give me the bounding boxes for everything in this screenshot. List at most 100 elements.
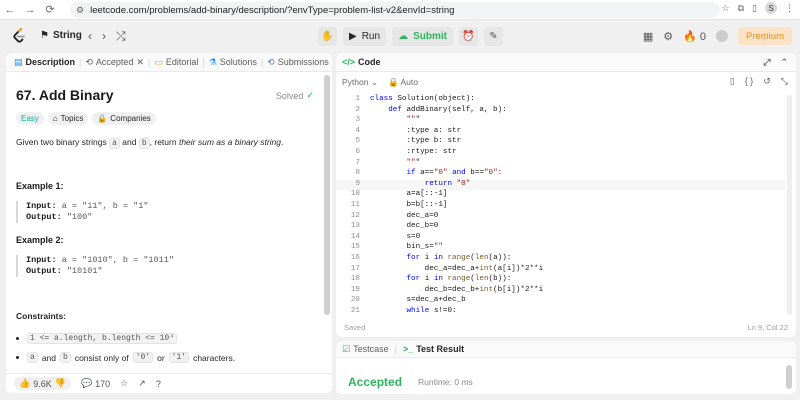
code-panel-header: </> Code ⤢ ⌃: [336, 53, 796, 72]
book-icon: ▭: [154, 56, 163, 67]
code-line[interactable]: 12 dec_a=0: [336, 212, 786, 223]
shuffle-icon[interactable]: ⤭: [116, 29, 126, 44]
lock-icon: 🔒: [387, 76, 399, 87]
timer-icon[interactable]: ⏰: [458, 27, 478, 46]
code-text: class Solution(object):: [370, 95, 475, 103]
tab-accepted[interactable]: ⟲ Accepted ✕: [81, 57, 148, 68]
code-line[interactable]: 20 s=dec_a+dec_b: [336, 296, 786, 307]
code-line[interactable]: 21 while s!=0:: [336, 307, 786, 314]
expand-icon[interactable]: ⤡: [781, 76, 788, 87]
code-editor[interactable]: 1 class Solution(object): 2 def addBinary(…: [336, 92, 796, 314]
code-text: """: [406, 158, 421, 167]
line-number: 17: [350, 264, 360, 273]
tab-solutions[interactable]: ⚗ Solutions: [205, 57, 261, 68]
sidepanel-icon[interactable]: ▯: [752, 3, 757, 14]
code-line[interactable]: 15 bin_s="": [336, 243, 786, 254]
code-text: return "0": [424, 179, 471, 188]
autocomplete-toggle[interactable]: 🔒 Auto: [388, 77, 418, 88]
code-line[interactable]: 5 :type b: str: [336, 137, 786, 148]
code-line[interactable]: 7 """: [336, 159, 786, 170]
bookmark-star-icon[interactable]: ☆: [722, 3, 730, 14]
debug-icon[interactable]: ✋: [318, 27, 337, 46]
collapse-icon[interactable]: ⌃: [780, 57, 788, 68]
reload-icon[interactable]: ⟳: [40, 0, 60, 20]
code-line[interactable]: 11 b=b[::-1]: [336, 201, 786, 212]
close-icon[interactable]: ✕: [136, 57, 144, 68]
code-line[interactable]: 16 for i in range(len(a)):: [336, 254, 786, 265]
difficulty-tag: Easy: [16, 112, 44, 125]
code-line[interactable]: 17 dec_a=dec_a+int(a[i])*2**i: [336, 265, 786, 276]
maximize-icon[interactable]: ⤢: [763, 57, 770, 68]
back-icon[interactable]: ←: [0, 0, 20, 20]
tab-accepted-label: Accepted: [95, 57, 134, 67]
bookmark-icon[interactable]: ▯: [730, 76, 735, 87]
tab-testcase[interactable]: ☑ Testcase: [342, 344, 389, 355]
favorite-star-icon[interactable]: ☆: [120, 378, 128, 389]
companies-tag[interactable]: 🔒 Companies: [92, 112, 156, 125]
code-line[interactable]: 19 dec_b=dec_b+int(b[i])*2**i: [336, 286, 786, 297]
user-avatar[interactable]: [715, 30, 728, 42]
code-line[interactable]: 18 for i in range(len(b)):: [336, 275, 786, 286]
example-2-title: Example 2:: [16, 235, 64, 245]
code-line[interactable]: 6 :rtype: str: [336, 148, 786, 159]
bullet-dot: [16, 337, 19, 340]
help-icon[interactable]: ?: [156, 379, 161, 389]
desc-text: , return: [149, 137, 177, 147]
code-line[interactable]: 9 return "0": [336, 179, 786, 191]
constraint-code: '1': [168, 352, 190, 363]
profile-avatar[interactable]: S: [765, 2, 777, 14]
code-line[interactable]: 4 :type a: str: [336, 127, 786, 138]
points-counter[interactable]: 🔥 0: [683, 30, 706, 43]
premium-button[interactable]: Premium: [737, 27, 792, 45]
code-text: :rtype: str: [370, 148, 457, 156]
line-number: 19: [350, 285, 360, 294]
line-number: 9: [355, 179, 360, 188]
next-problem-icon[interactable]: ›: [102, 29, 106, 44]
code-line[interactable]: 8 if a=="0" and b=="0":: [336, 169, 786, 180]
code-line[interactable]: 10 a=a[::-1]: [336, 190, 786, 201]
line-number: 1: [355, 95, 360, 103]
problem-tags: Easy ⌂ Topics 🔒 Companies: [16, 112, 156, 125]
comments-button[interactable]: 💬 170: [81, 378, 110, 389]
leetcode-logo-icon[interactable]: [12, 28, 26, 44]
site-settings-icon[interactable]: ⚙: [76, 5, 84, 16]
thumbs-down-icon[interactable]: 👎: [55, 378, 66, 389]
code-line[interactable]: 2 def addBinary(self, a, b):: [336, 106, 786, 117]
format-braces-icon[interactable]: { }: [745, 76, 754, 87]
problem-list-link[interactable]: ⚑ String: [40, 30, 82, 41]
problem-list-label: String: [52, 30, 82, 41]
run-button[interactable]: ▶ Run: [343, 27, 387, 46]
code-scrollbar[interactable]: [787, 95, 792, 315]
line-number: 14: [350, 232, 360, 241]
layout-grid-icon[interactable]: ▦: [643, 30, 653, 43]
prev-problem-icon[interactable]: ‹: [88, 29, 92, 44]
tab-description[interactable]: ▤ Description: [10, 57, 79, 68]
code-line[interactable]: 13 dec_b=0: [336, 222, 786, 233]
constraint-code: b: [60, 352, 71, 363]
play-icon: ▶: [349, 31, 357, 42]
forward-icon[interactable]: →: [20, 0, 40, 20]
share-icon[interactable]: ↗: [138, 378, 146, 389]
menu-dots-icon[interactable]: ⋮: [785, 3, 794, 14]
submit-button[interactable]: ☁ Submit: [392, 27, 453, 46]
example-2-block: Input: a = "1010", b = "1011" Output: "1…: [16, 255, 174, 277]
line-number: 10: [350, 190, 360, 199]
reset-icon[interactable]: ↺: [763, 76, 771, 87]
tab-test-result[interactable]: >_ Test Result: [403, 344, 464, 354]
code-line[interactable]: 3 """: [336, 116, 786, 127]
language-select[interactable]: Python ⌄: [342, 77, 378, 88]
result-scrollbar[interactable]: [786, 365, 792, 389]
thumbs-up-icon[interactable]: 👍: [19, 378, 30, 389]
description-scrollbar[interactable]: [324, 75, 330, 315]
extensions-icon[interactable]: ⧉: [738, 3, 744, 14]
tab-submissions[interactable]: ⟲ Submissions: [263, 57, 332, 68]
code-line[interactable]: 1 class Solution(object):: [336, 95, 786, 106]
code-line[interactable]: 14 s=0: [336, 233, 786, 244]
settings-gear-icon[interactable]: ⚙: [663, 30, 673, 43]
history-icon: ⟲: [85, 56, 93, 67]
topics-tag[interactable]: ⌂ Topics: [47, 112, 89, 125]
notes-icon[interactable]: ✎: [483, 27, 503, 46]
tab-editorial[interactable]: ▭ Editorial: [150, 57, 202, 68]
flask-icon: ⚗: [208, 56, 217, 67]
address-bar[interactable]: ⚙ leetcode.com/problems/add-binary/descr…: [70, 2, 720, 18]
